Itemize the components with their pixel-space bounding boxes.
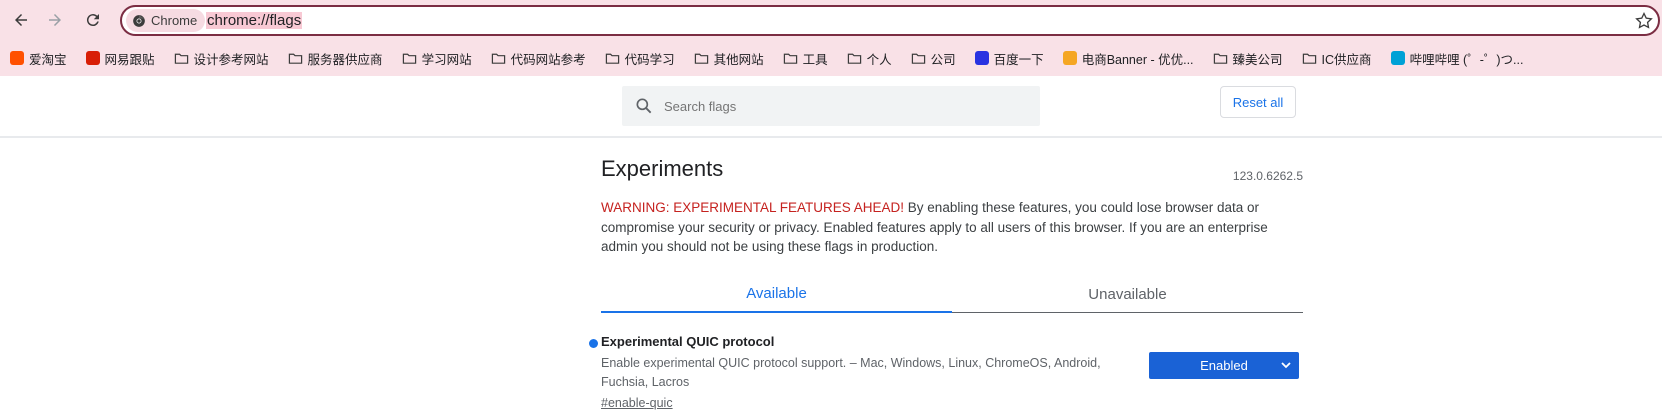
folder-icon [911,53,925,64]
modified-indicator [589,339,598,348]
forward-icon [49,14,61,26]
bookmark-label: 哔哩哔哩 (゜-゜)つ... [1409,52,1524,67]
tiger-icon [1062,51,1077,65]
bookmark-label: 百度一下 [993,52,1044,67]
bookmark-label: 工具 [802,52,828,67]
bookmark-item[interactable]: 个人 [847,49,892,68]
back-button[interactable] [9,8,33,32]
forward-button[interactable] [43,8,67,32]
bookmark-item[interactable]: 设计参考网站 [174,49,269,68]
bookmark-item[interactable]: 代码网站参考 [491,49,586,68]
bilibili-icon [1390,51,1405,65]
bookmark-label: 服务器供应商 [307,52,383,67]
folder-icon [1213,53,1227,64]
baidu-icon [974,51,989,65]
flag-description: Enable experimental QUIC protocol suppor… [601,356,1101,389]
bookmarks-bar: 爱淘宝 网易跟贴 设计参考网站 服务器供应商 学习网站 代码网站参考 代码学习 其他网站 工具 个… [0,40,1662,76]
folder-icon [491,53,505,64]
bookmark-item[interactable]: 代码学习 [605,49,675,68]
page-title: Experiments [601,156,724,181]
omnibox[interactable]: Chrome chrome://flags [120,5,1660,36]
flag-name: Experimental QUIC protocol [601,334,775,349]
bookmark-item[interactable]: 公司 [911,49,956,68]
url-value: chrome://flags [206,12,303,29]
bookmark-label: 代码网站参考 [510,52,586,67]
folder-icon [847,53,861,64]
flags-header: Reset all [0,76,1662,138]
search-box[interactable] [622,86,1040,126]
bookmark-label: 其他网站 [713,52,764,67]
bookmark-item[interactable]: 网易跟贴 [85,49,155,68]
folder-icon [605,53,619,64]
warning-message: WARNING: EXPERIMENTAL FEATURES AHEAD! By… [601,198,1301,257]
reset-all-button[interactable]: Reset all [1220,86,1296,118]
bookmark-item[interactable]: 其他网站 [694,49,764,68]
bookmark-item[interactable]: 学习网站 [402,49,472,68]
bookmark-item[interactable]: 工具 [783,49,828,68]
bookmark-label: 学习网站 [421,52,472,67]
version-label: 123.0.6262.5 [1232,169,1303,183]
bookmark-item[interactable]: 电商Banner - 优优... [1062,49,1194,68]
folder-icon [783,53,797,64]
search-icon [636,98,652,114]
bookmark-label: 臻美公司 [1232,52,1283,67]
folder-icon [694,53,708,64]
bookmark-item[interactable]: 臻美公司 [1213,49,1283,68]
taobao-icon [10,51,24,65]
browser-toolbar: Chrome chrome://flags [0,0,1662,40]
chrome-logo-icon [133,14,145,27]
flag-permalink[interactable]: #enable-quic [601,396,673,410]
reload-icon [86,14,99,27]
tab-bar: Available Unavailable [601,276,1303,313]
bookmark-item[interactable]: 百度一下 [974,49,1044,68]
bookmark-item[interactable]: 爱淘宝 [10,49,67,68]
bookmark-label: 电商Banner - 优优... [1081,52,1194,67]
folder-icon [288,53,302,64]
tab-unavailable[interactable]: Unavailable [952,276,1303,312]
bookmark-label: 爱淘宝 [29,52,67,67]
bookmark-item[interactable]: 服务器供应商 [288,49,383,68]
folder-icon [402,53,416,64]
star-icon[interactable] [1634,11,1654,31]
url-text[interactable]: chrome://flags [206,11,303,31]
bookmark-item[interactable]: IC供应商 [1302,49,1372,68]
folder-icon [1302,53,1316,64]
bookmark-label: 代码学习 [624,52,675,67]
bookmark-label: 个人 [866,52,892,67]
warning-label: WARNING: EXPERIMENTAL FEATURES AHEAD! [601,200,905,215]
search-input[interactable] [662,97,1026,115]
bookmark-item[interactable]: 哔哩哔哩 (゜-゜)つ... [1390,49,1524,68]
bookmark-label: 设计参考网站 [193,52,269,67]
chip-label: Chrome [151,13,198,28]
folder-icon [174,53,188,64]
flag-state-select[interactable]: Enabled [1149,352,1299,379]
tab-available[interactable]: Available [601,276,952,313]
bookmark-label: 网易跟贴 [104,52,155,67]
bookmark-label: 公司 [930,52,956,67]
flag-state-value: Enabled [1200,358,1248,373]
chevron-down-icon [1281,362,1291,369]
bookmark-label: IC供应商 [1321,52,1372,67]
back-icon [15,14,27,26]
reload-button[interactable] [81,8,105,32]
netease-icon [85,51,100,65]
site-info-chip[interactable]: Chrome [126,9,206,32]
